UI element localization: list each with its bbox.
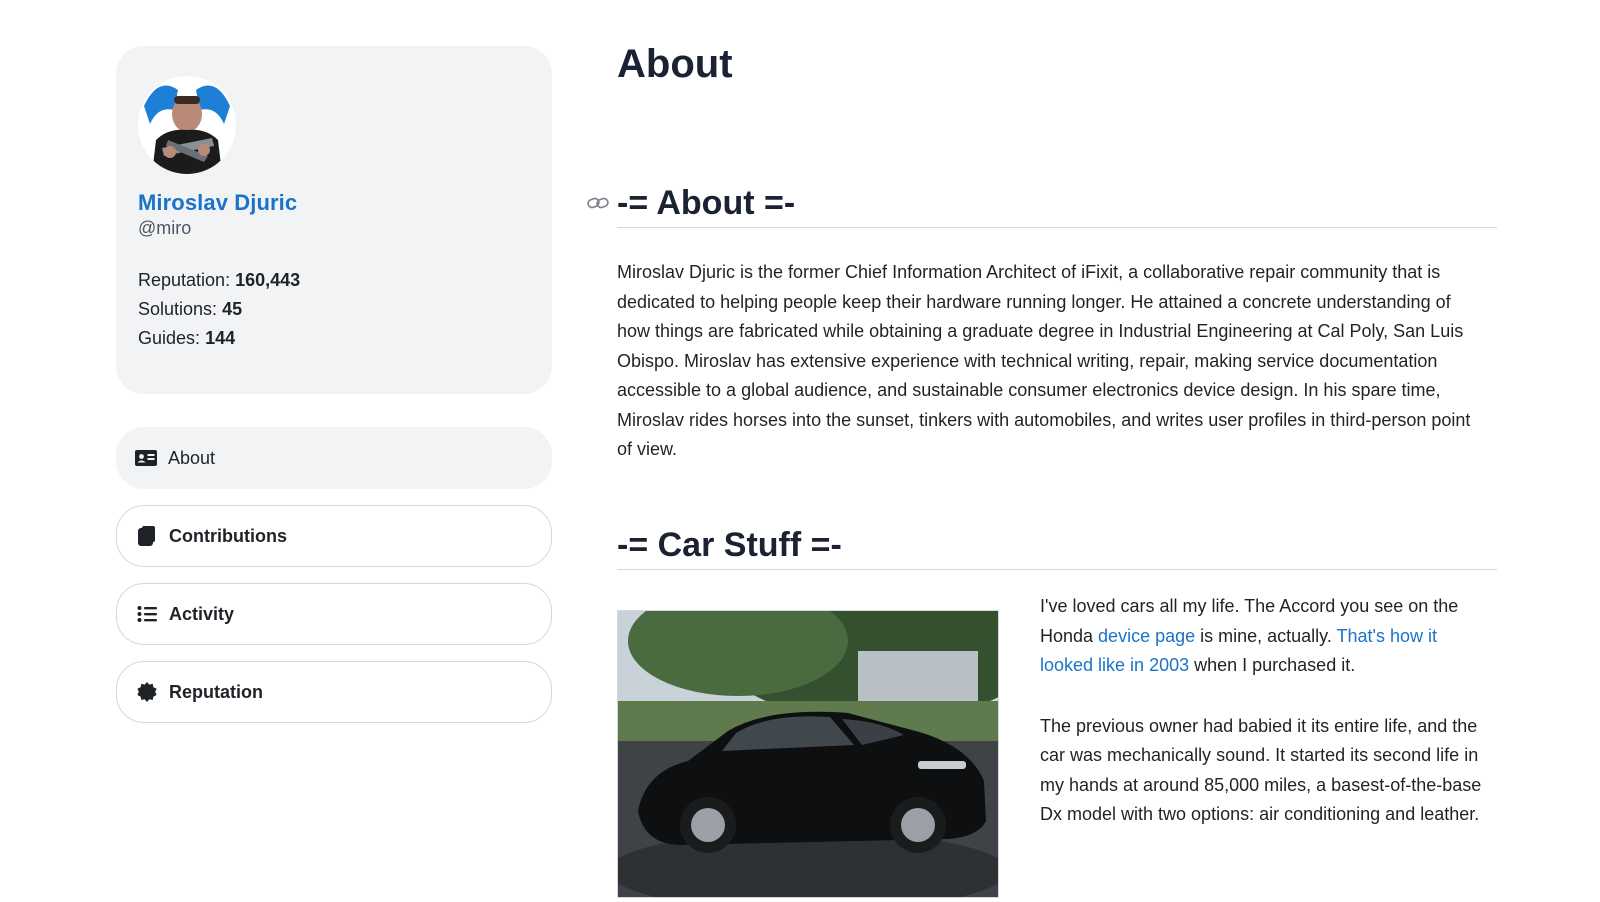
avatar[interactable] (138, 76, 236, 174)
profile-stats: Reputation: 160,443 Solutions: 45 Guides… (138, 266, 300, 353)
stat-reputation: Reputation: 160,443 (138, 266, 300, 295)
stat-label: Reputation: (138, 270, 231, 290)
section-heading-about: -= About =- (587, 184, 1497, 228)
stat-label: Guides: (138, 328, 201, 348)
stat-value: 45 (222, 299, 243, 319)
user-handle: @miro (138, 218, 192, 238)
nav-item-contributions[interactable]: Contributions (116, 505, 552, 567)
device-page-link[interactable]: device page (1098, 626, 1195, 646)
documents-icon (135, 524, 159, 548)
text-span: is mine, actually. (1195, 625, 1337, 646)
badge-icon (135, 680, 159, 704)
link-anchor-icon[interactable] (587, 196, 609, 215)
car-paragraph-2: The previous owner had babied it its ent… (1040, 715, 1482, 825)
section-heading-text: -= Car Stuff =- (617, 526, 842, 564)
stat-value: 160,443 (235, 270, 301, 290)
car-paragraph-1: I've loved cars all my life. The Accord … (1040, 592, 1495, 681)
stat-label: Solutions: (138, 299, 218, 319)
text-span: when I purchased it. (1189, 655, 1356, 675)
car-photo[interactable] (617, 610, 999, 898)
nav-item-reputation[interactable]: Reputation (116, 661, 552, 723)
about-paragraph: Miroslav Djuric is the former Chief Info… (617, 262, 1471, 459)
id-card-icon (134, 446, 158, 470)
page-title: About (617, 42, 733, 86)
stat-guides: Guides: 144 (138, 324, 300, 353)
nav-label: About (168, 447, 216, 468)
user-name[interactable]: Miroslav Djuric (138, 190, 297, 216)
section-heading-text: -= About =- (617, 184, 796, 222)
nav-label: Contributions (169, 525, 287, 546)
nav-item-activity[interactable]: Activity (116, 583, 552, 645)
stat-value: 144 (205, 328, 236, 348)
list-icon (135, 602, 159, 626)
car-stuff-text: I've loved cars all my life. The Accord … (1040, 592, 1495, 861)
nav-label: Activity (169, 603, 235, 624)
stat-solutions: Solutions: 45 (138, 295, 300, 324)
section-heading-car-stuff: -= Car Stuff =- (617, 526, 1497, 570)
nav-label: Reputation (169, 681, 263, 702)
profile-card: Miroslav Djuric @miro Reputation: 160,44… (116, 46, 552, 394)
nav-item-about[interactable]: About (116, 427, 552, 489)
